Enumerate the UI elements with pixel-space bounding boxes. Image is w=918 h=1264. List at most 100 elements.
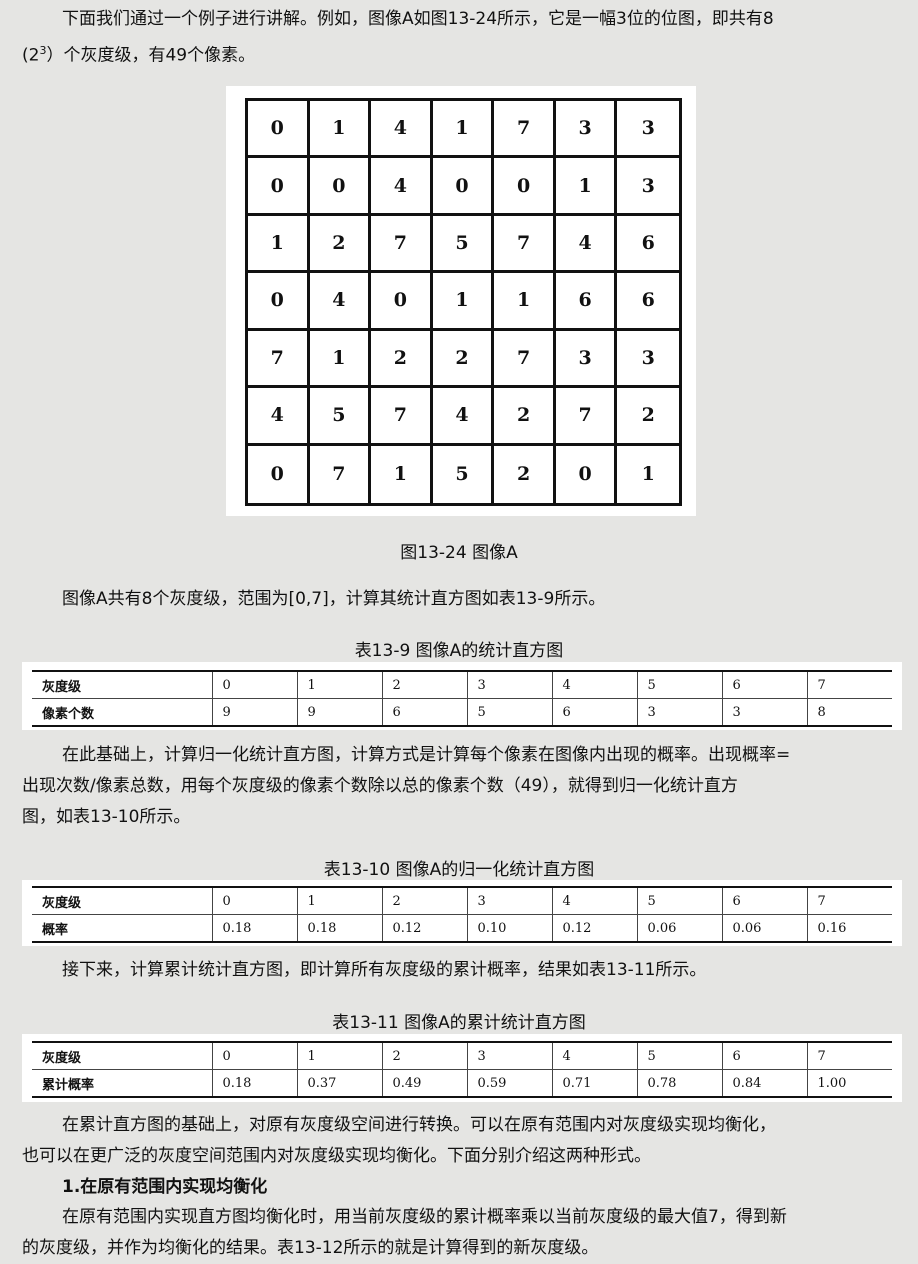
table-cell: 6: [722, 887, 808, 915]
table-cell: 1: [297, 1042, 383, 1070]
matrix-cell: 2: [432, 330, 495, 389]
matrix-cell: 7: [494, 330, 556, 389]
table3-title: 表13-11 图像A的累计统计直方图: [332, 1013, 586, 1033]
table2-title: 表13-10 图像A的归一化统计直方图: [323, 860, 595, 880]
table-cell: 9: [297, 698, 383, 726]
table-row: 像素个数 9 9 6 5 6 3 3 8: [32, 698, 892, 726]
matrix-cell: 2: [494, 388, 556, 446]
table-cell: 0.18: [212, 1069, 298, 1097]
matrix-cell: 7: [371, 388, 433, 446]
table-cell: 0.59: [467, 1069, 553, 1097]
final-line-2: 的灰度级，并作为均衡化的结果。表13-12所示的就是计算得到的新灰度级。: [22, 1238, 599, 1258]
matrix-cell: 0: [309, 158, 372, 216]
table-cell: 6: [382, 698, 468, 726]
matrix-cell: 1: [248, 215, 310, 274]
intro-paragraph: 下面我们通过一个例子进行讲解。例如，图像A如图13-24所示，它是一幅3位的位图…: [22, 4, 902, 72]
matrix-cell: 5: [433, 445, 495, 503]
figure-caption: 图13-24 图像A: [400, 543, 518, 563]
matrix-cell: 1: [494, 273, 556, 331]
table-cell: 2: [382, 671, 468, 699]
table-cell: 4: [552, 887, 638, 915]
table2-container: 灰度级 0 1 2 3 4 5 6 7 概率 0.18 0.18 0.12 0.10 0.12 0.06 0.0…: [22, 880, 902, 946]
table-cell: 6: [722, 671, 808, 699]
matrix-cell: 0: [494, 158, 556, 216]
matrix-cell: 4: [432, 388, 495, 446]
table-cell: 3: [637, 698, 723, 726]
matrix-cell: 7: [494, 101, 556, 159]
matrix-cell: 3: [555, 101, 618, 159]
intro-line-2: (23）个灰度级，有49个像素。: [22, 35, 902, 72]
table-cell: 1.00: [817, 1075, 847, 1091]
table-row: 灰度级 0 1 2 3 4 5 6 7: [32, 887, 892, 915]
matrix-cell: 6: [617, 273, 679, 331]
table-cell: 6: [722, 1042, 808, 1070]
table-cell: 4: [552, 671, 638, 699]
table-cell: 7: [807, 671, 892, 699]
table-cell: 0.78: [637, 1069, 723, 1097]
intro-line-1: 下面我们通过一个例子进行讲解。例如，图像A如图13-24所示，它是一幅3位的位图…: [62, 9, 774, 29]
normalized-line-2: 出现次数/像素总数，用每个灰度级的像素个数除以总的像素个数（49），就得到归一化…: [22, 776, 738, 796]
matrix-cell: 0: [556, 445, 618, 503]
cumulative-histogram-table: 灰度级 0 1 2 3 4 5 6 7 累计概率 0.18 0.37 0.49 0.59 0.71 0.78 0…: [32, 1041, 892, 1098]
matrix-cell: 1: [371, 445, 433, 503]
table-cell: 8: [817, 704, 826, 720]
normalized-paragraph: 在此基础上，计算归一化统计直方图，计算方式是计算每个像素在图像内出现的概率。出现…: [22, 740, 902, 833]
final-line-1: 在原有范围内实现直方图均衡化时，用当前灰度级的累计概率乘以当前灰度级的最大值7，…: [62, 1207, 787, 1227]
matrix-cell: 5: [309, 388, 372, 446]
matrix-cell: 7: [310, 445, 372, 503]
histogram-table: 灰度级 0 1 2 3 4 5 6 7 像素个数 9 9 6 5 6 3 3 8: [32, 670, 892, 727]
table-cell: 0: [212, 1042, 298, 1070]
table-cell: 1: [297, 671, 383, 699]
intro-suffix: ）个灰度级，有49个像素。: [46, 45, 256, 66]
matrix-cell: 0: [248, 101, 310, 159]
table-cell: 0.12: [552, 914, 638, 942]
table-cell: 2: [382, 887, 468, 915]
table-cell: 9: [212, 698, 298, 726]
table1-title: 表13-9 图像A的统计直方图: [354, 641, 564, 661]
table-row: 累计概率 0.18 0.37 0.49 0.59 0.71 0.78 0.84 1.00: [32, 1069, 892, 1097]
row-header-cell: 灰度级: [32, 887, 213, 915]
normalized-line-3: 图，如表13-10所示。: [22, 807, 191, 827]
matrix-cell: 3: [555, 330, 618, 389]
matrix-cell: 2: [494, 445, 556, 503]
matrix-cell: 6: [555, 273, 618, 331]
matrix-cell: 7: [494, 215, 556, 274]
matrix-cell: 1: [432, 273, 495, 331]
matrix-cell: 4: [371, 158, 433, 216]
matrix-cell: 3: [617, 158, 679, 216]
matrix-cell: 1: [309, 101, 372, 159]
table-cell: 5: [637, 1042, 723, 1070]
matrix-cell: 2: [617, 388, 679, 446]
table-cell: 0.84: [722, 1069, 808, 1097]
table-cell: 5: [467, 698, 553, 726]
table-cell: 0.16: [817, 920, 847, 936]
matrix-cell: 2: [309, 215, 372, 274]
table-cell: 0.10: [467, 914, 553, 942]
table1-container: 灰度级 0 1 2 3 4 5 6 7 像素个数 9 9 6 5 6 3 3 8: [22, 662, 902, 730]
transform-paragraph: 在累计直方图的基础上，对原有灰度级空间进行转换。可以在原有范围内对灰度级实现均衡…: [22, 1110, 902, 1172]
histogram-paragraph: 图像A共有8个灰度级，范围为[0,7]，计算其统计直方图如表13-9所示。: [62, 589, 606, 609]
matrix-cell: 0: [371, 273, 433, 331]
matrix-cell: 1: [432, 101, 495, 159]
table-cell: 3: [467, 887, 553, 915]
row-header-cell: 灰度级: [32, 1042, 213, 1070]
matrix-cell: 7: [371, 215, 433, 274]
matrix-cell: 2: [371, 330, 433, 389]
intro-prefix: (2: [22, 45, 40, 66]
table-cell: 0.06: [637, 914, 723, 942]
table-row: 灰度级 0 1 2 3 4 5 6 7: [32, 1042, 892, 1070]
table-cell: 3: [722, 698, 808, 726]
matrix-cell: 3: [617, 331, 679, 389]
table-cell: 4: [552, 1042, 638, 1070]
table3-container: 灰度级 0 1 2 3 4 5 6 7 累计概率 0.18 0.37 0.49 0.59 0.71 0.78 0…: [22, 1034, 902, 1102]
matrix-cell: 3: [617, 101, 679, 159]
figure-image-a: 0141733004001312757460401166712273345742…: [226, 86, 696, 516]
table-cell: 0: [212, 887, 298, 915]
transform-line-2: 也可以在更广泛的灰度空间范围内对灰度级实现均衡化。下面分别介绍这两种形式。: [22, 1146, 651, 1166]
section-heading: 1.在原有范围内实现均衡化: [62, 1177, 268, 1197]
table-cell: 0.06: [722, 914, 808, 942]
table-cell: 2: [382, 1042, 468, 1070]
matrix-cell: 1: [641, 463, 655, 486]
matrix-cell: 0: [248, 158, 310, 216]
matrix-cell: 1: [555, 158, 618, 216]
